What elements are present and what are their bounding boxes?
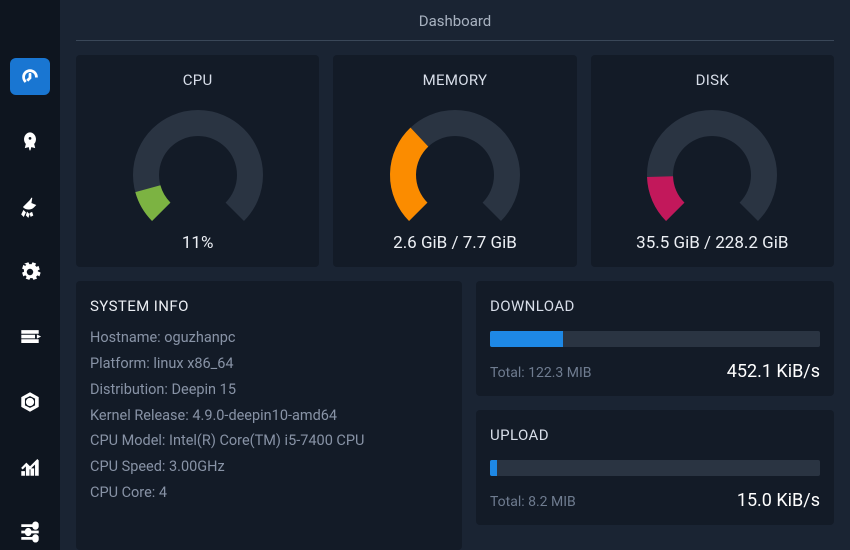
sidebar bbox=[0, 0, 60, 550]
download-card: DOWNLOAD Total: 122.3 MIB 452.1 KiB/s bbox=[476, 281, 834, 396]
download-speed: 452.1 KiB/s bbox=[727, 361, 820, 382]
cpu-gauge bbox=[108, 97, 288, 227]
upload-footer: Total: 8.2 MIB 15.0 KiB/s bbox=[490, 490, 820, 511]
system-info-title: SYSTEM INFO bbox=[90, 297, 448, 315]
nav-services[interactable] bbox=[10, 253, 50, 290]
services-icon bbox=[19, 261, 41, 283]
upload-speed: 15.0 KiB/s bbox=[737, 490, 820, 511]
system-info-card: SYSTEM INFO Hostname: oguzhanpc Platform:… bbox=[76, 281, 462, 550]
nav-resources[interactable] bbox=[10, 448, 50, 485]
cpu-gauge-card: CPU 11% bbox=[76, 55, 319, 267]
settings-icon bbox=[19, 521, 41, 543]
system-info-list: Hostname: oguzhanpc Platform: linux x86_6… bbox=[90, 329, 448, 503]
disk-gauge bbox=[622, 97, 802, 227]
system-cleaner-icon bbox=[19, 196, 41, 218]
system-info-line: Distribution: Deepin 15 bbox=[90, 381, 448, 400]
network-column: DOWNLOAD Total: 122.3 MIB 452.1 KiB/s UP… bbox=[476, 281, 834, 550]
upload-card: UPLOAD Total: 8.2 MIB 15.0 KiB/s bbox=[476, 410, 834, 525]
download-bar bbox=[490, 331, 820, 347]
upload-title: UPLOAD bbox=[490, 426, 820, 444]
upload-bar bbox=[490, 460, 820, 476]
cpu-gauge-value: 11% bbox=[182, 233, 214, 253]
system-info-line: Hostname: oguzhanpc bbox=[90, 329, 448, 348]
system-info-line: CPU Core: 4 bbox=[90, 484, 448, 503]
system-info-line: Kernel Release: 4.9.0-deepin10-amd64 bbox=[90, 407, 448, 426]
disk-gauge-card: DISK 35.5 GiB / 228.2 GiB bbox=[591, 55, 834, 267]
disk-gauge-value: 35.5 GiB / 228.2 GiB bbox=[636, 233, 788, 253]
memory-gauge-title: MEMORY bbox=[423, 71, 488, 89]
disk-gauge-title: DISK bbox=[696, 71, 729, 89]
nav-settings[interactable] bbox=[10, 513, 50, 550]
resources-icon bbox=[19, 456, 41, 478]
page-title: Dashboard bbox=[76, 10, 834, 40]
nav-startup-apps[interactable] bbox=[10, 123, 50, 160]
main-content: Dashboard CPU 11% MEMORY 2.6 GiB / 7.7 G… bbox=[60, 0, 850, 550]
nav-uninstaller[interactable] bbox=[10, 383, 50, 420]
divider bbox=[76, 40, 834, 41]
nav-dashboard[interactable] bbox=[10, 58, 50, 95]
download-footer: Total: 122.3 MIB 452.1 KiB/s bbox=[490, 361, 820, 382]
lower-row: SYSTEM INFO Hostname: oguzhanpc Platform:… bbox=[76, 281, 834, 550]
system-info-line: CPU Speed: 3.00GHz bbox=[90, 458, 448, 477]
startup-apps-icon bbox=[19, 131, 41, 153]
cpu-gauge-title: CPU bbox=[183, 71, 213, 89]
system-info-line: CPU Model: Intel(R) Core(TM) i5-7400 CPU bbox=[90, 432, 448, 451]
upload-bar-fill bbox=[490, 460, 497, 476]
memory-gauge-value: 2.6 GiB / 7.7 GiB bbox=[393, 233, 517, 253]
system-info-line: Platform: linux x86_64 bbox=[90, 355, 448, 374]
download-total: Total: 122.3 MIB bbox=[490, 365, 592, 381]
nav-processes[interactable] bbox=[10, 318, 50, 355]
uninstaller-icon bbox=[19, 391, 41, 413]
dashboard-icon bbox=[19, 66, 41, 88]
upload-total: Total: 8.2 MIB bbox=[490, 494, 576, 510]
memory-gauge bbox=[365, 97, 545, 227]
processes-icon bbox=[19, 326, 41, 348]
memory-gauge-card: MEMORY 2.6 GiB / 7.7 GiB bbox=[333, 55, 576, 267]
gauges-row: CPU 11% MEMORY 2.6 GiB / 7.7 GiB DISK 35… bbox=[76, 55, 834, 267]
nav-system-cleaner[interactable] bbox=[10, 188, 50, 225]
download-title: DOWNLOAD bbox=[490, 297, 820, 315]
download-bar-fill bbox=[490, 331, 563, 347]
